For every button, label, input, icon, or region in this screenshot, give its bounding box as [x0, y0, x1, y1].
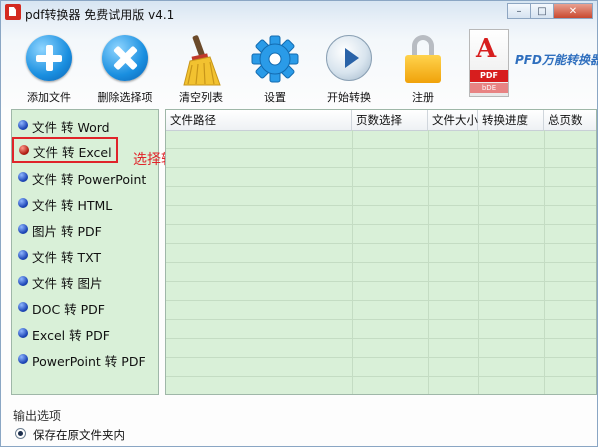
- window-controls: – □ ✕: [507, 3, 593, 19]
- remove-icon: [102, 35, 148, 81]
- start-convert-label: 开始转换: [327, 91, 371, 104]
- remove-selected-label: 删除选择项: [97, 91, 153, 104]
- column-divider: [544, 130, 545, 394]
- table-body: [166, 130, 596, 394]
- mode-file-to-txt[interactable]: 文件 转 TXT: [14, 244, 156, 266]
- save-in-source-folder-label: 保存在原文件夹内: [33, 428, 125, 442]
- mode-label: 图片 转 PDF: [32, 224, 102, 239]
- radio-dot-icon: [18, 328, 28, 338]
- file-list-table[interactable]: 文件路径 页数选择 文件大小 转换进度 总页数: [165, 109, 597, 395]
- settings-label: 设置: [264, 91, 286, 104]
- column-divider: [478, 130, 479, 394]
- pdf-document-icon: A PDF bDE: [469, 29, 509, 97]
- settings-button[interactable]: 设置: [239, 33, 311, 105]
- mode-label: 文件 转 图片: [32, 276, 103, 291]
- add-file-label: 添加文件: [27, 91, 71, 104]
- column-divider: [428, 130, 429, 394]
- mode-doc-to-pdf[interactable]: DOC 转 PDF: [14, 296, 156, 318]
- radio-dot-selected-icon: [19, 145, 29, 155]
- radio-button-icon[interactable]: [15, 428, 26, 439]
- mode-label: DOC 转 PDF: [32, 302, 105, 317]
- pdf-band-text: PDF: [470, 70, 508, 82]
- start-convert-button[interactable]: 开始转换: [313, 33, 385, 105]
- title-bar: pdf转换器 免费试用版 v4.1 – □ ✕: [1, 1, 597, 25]
- maximize-button[interactable]: □: [530, 3, 554, 19]
- register-button[interactable]: 注册: [387, 33, 459, 105]
- clear-list-button[interactable]: 清空列表: [165, 33, 237, 105]
- mode-label: 文件 转 TXT: [32, 250, 102, 265]
- radio-dot-icon: [18, 172, 28, 182]
- mode-file-to-word[interactable]: 文件 转 Word: [14, 114, 156, 136]
- output-options-label: 输出选项: [13, 409, 62, 423]
- column-header-file-path[interactable]: 文件路径: [166, 110, 352, 130]
- brand-name: PFD万能转换器: [515, 53, 598, 67]
- mode-label: 文件 转 Excel: [33, 145, 112, 160]
- table-header: 文件路径 页数选择 文件大小 转换进度 总页数: [166, 110, 596, 131]
- pdf-band2-text: bDE: [470, 83, 508, 93]
- mode-file-to-powerpoint[interactable]: 文件 转 PowerPoint: [14, 166, 156, 188]
- mode-powerpoint-to-pdf[interactable]: PowerPoint 转 PDF: [14, 348, 156, 370]
- minimize-button[interactable]: –: [507, 3, 531, 19]
- mode-excel-to-pdf[interactable]: Excel 转 PDF: [14, 322, 156, 344]
- column-header-progress[interactable]: 转换进度: [478, 110, 544, 130]
- app-window: pdf转换器 免费试用版 v4.1 – □ ✕ 添加文件 删除选择项 清空列表: [0, 0, 598, 447]
- remove-selected-button[interactable]: 删除选择项: [89, 33, 161, 105]
- mode-image-to-pdf[interactable]: 图片 转 PDF: [14, 218, 156, 240]
- lock-icon: [403, 35, 443, 83]
- add-file-button[interactable]: 添加文件: [13, 33, 85, 105]
- radio-dot-icon: [18, 276, 28, 286]
- toolbar: 添加文件 删除选择项 清空列表 设置 开始转换 注册 A PDF bDE PFD…: [1, 25, 598, 105]
- column-divider: [352, 130, 353, 394]
- mode-file-to-excel[interactable]: 文件 转 Excel: [12, 137, 118, 163]
- mode-label: Excel 转 PDF: [32, 328, 110, 343]
- play-icon: [326, 35, 372, 81]
- column-header-page-select[interactable]: 页数选择: [352, 110, 428, 130]
- mode-label: PowerPoint 转 PDF: [32, 354, 146, 369]
- radio-dot-icon: [18, 198, 28, 208]
- close-button[interactable]: ✕: [553, 3, 593, 19]
- pdf-converter-logo: A PDF bDE PFD万能转换器: [465, 27, 598, 101]
- mode-file-to-html[interactable]: 文件 转 HTML: [14, 192, 156, 214]
- mode-file-to-image[interactable]: 文件 转 图片: [14, 270, 156, 292]
- add-icon: [26, 35, 72, 81]
- mode-label: 文件 转 Word: [32, 120, 110, 135]
- mode-label: 文件 转 PowerPoint: [32, 172, 147, 187]
- pdf-app-icon: [5, 4, 21, 20]
- broom-icon: [183, 35, 221, 86]
- radio-dot-icon: [18, 224, 28, 234]
- register-label: 注册: [412, 91, 434, 104]
- window-title: pdf转换器 免费试用版 v4.1: [25, 8, 175, 22]
- mode-label: 文件 转 HTML: [32, 198, 113, 213]
- gear-icon: [251, 35, 299, 83]
- radio-dot-icon: [18, 354, 28, 364]
- column-header-file-size[interactable]: 文件大小: [428, 110, 478, 130]
- clear-list-label: 清空列表: [179, 91, 223, 104]
- radio-dot-icon: [18, 302, 28, 312]
- column-header-total-pages[interactable]: 总页数: [544, 110, 596, 130]
- radio-dot-icon: [18, 250, 28, 260]
- radio-dot-icon: [18, 120, 28, 130]
